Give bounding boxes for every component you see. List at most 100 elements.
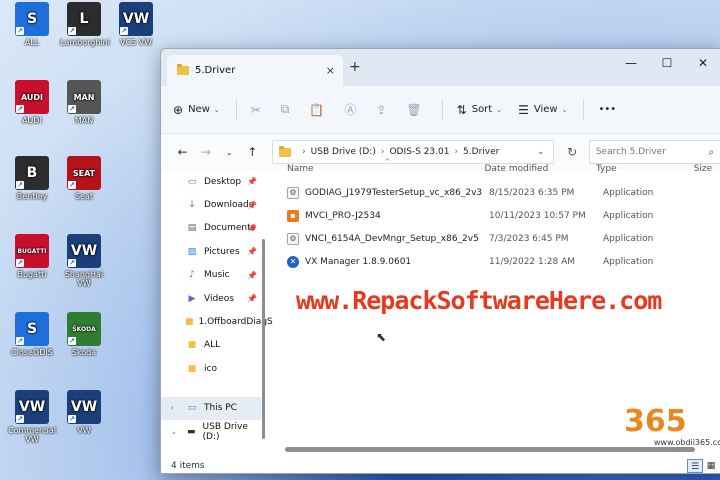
tab-title: 5.Driver	[195, 65, 236, 76]
sidebar-item-downloads[interactable]: ↓ Downloads 📌	[161, 193, 261, 216]
desktop-icon-seat[interactable]: SEAT ↗ Seat	[60, 156, 108, 201]
pin-icon: 📌	[247, 247, 257, 257]
item-count: 4 items	[171, 461, 205, 471]
shortcut-icon: BUGATTI ↗	[15, 234, 49, 268]
sidebar-item-usb-drive[interactable]: ⌄ ▬ USB Drive (D:)	[161, 420, 261, 443]
sidebar-item-this-pc[interactable]: › ▭ This PC	[161, 396, 261, 420]
computer-icon: ▭	[187, 403, 197, 414]
shortcut-arrow-icon: ↗	[16, 415, 24, 423]
tab-5-driver[interactable]: 5.Driver ×	[167, 55, 343, 86]
shortcut-icon: ŠKODA ↗	[67, 312, 101, 346]
sidebar-item-label: Videos	[204, 293, 234, 304]
breadcrumb-odis[interactable]: ODIS-S 23.01	[389, 147, 449, 157]
pin-icon: 📌	[247, 294, 257, 304]
share-icon[interactable]: ⇪	[376, 103, 386, 117]
shortcut-arrow-icon: ↗	[68, 337, 76, 345]
navigation-pane: ▭ Desktop 📌 ↓ Downloads 📌 ▤ Documents 📌 ▨ Pictures…	[161, 170, 273, 460]
vx-icon: ✕	[287, 255, 299, 268]
new-tab-button[interactable]: +	[349, 59, 361, 75]
column-date-modified[interactable]: Date modified	[483, 164, 596, 174]
scrollbar-thumb[interactable]	[262, 239, 265, 439]
chevron-right-icon[interactable]: ›	[171, 404, 174, 412]
sidebar-item-music[interactable]: ♪ Music 📌	[161, 264, 261, 287]
file-type: Application	[603, 187, 654, 198]
view-button[interactable]: ☰ View ⌄	[518, 103, 567, 117]
sidebar-item-all[interactable]: ■ ALL	[161, 334, 261, 357]
desktop-icon-closeodis[interactable]: S ↗ CloseODIS	[8, 312, 56, 357]
column-size[interactable]: Size	[694, 164, 720, 174]
shortcut-arrow-icon: ↗	[16, 259, 24, 267]
desktop-icon-audi[interactable]: AUDI ↗ AUDI	[8, 80, 56, 125]
breadcrumb-5-driver[interactable]: 5.Driver	[463, 147, 499, 157]
table-row[interactable]: ✕ VX Manager 1.8.9.0601 11/9/2022 1:28 AM A…	[277, 250, 720, 273]
divider	[235, 99, 237, 120]
desktop-icon-lamborghini[interactable]: L ↗ Lamborghini	[60, 2, 110, 47]
column-header-row: ^ Name Date modified Type Size	[277, 157, 720, 181]
column-name[interactable]: Name	[277, 164, 483, 174]
table-row[interactable]: ⚙ GODIAG_J1979TesterSetup_vc_x86_2v3 8/15/…	[277, 181, 720, 204]
obdii365-logo: 365 www.obdii365.com	[624, 404, 720, 464]
sidebar-item-videos[interactable]: ▶ Videos 📌	[161, 287, 261, 310]
chevron-right-icon: ›	[302, 147, 306, 157]
delete-icon[interactable]: 🗑	[406, 103, 421, 117]
minimize-button[interactable]: —	[613, 56, 649, 70]
table-row[interactable]: ⚙ VNCI_6154A_DevMngr_Setup_x86_2v5 7/3/202…	[277, 227, 720, 250]
shortcut-arrow-icon: ↗	[68, 27, 76, 35]
forward-arrow-icon[interactable]: →	[194, 145, 217, 159]
new-label: New	[188, 104, 210, 115]
sort-button[interactable]: ⇅ Sort ⌄	[457, 103, 502, 117]
desktop-icon-shanghai-vw[interactable]: VW ↗ ShangHai VW	[60, 234, 108, 288]
new-button[interactable]: ⊕ New ⌄	[173, 103, 220, 117]
desktop-icon-label: Lamborghini	[60, 38, 110, 47]
copy-icon[interactable]: ⧉	[281, 102, 290, 117]
pictures-icon: ▨	[187, 246, 197, 257]
desktop-icon: ▭	[187, 176, 197, 187]
file-date: 8/15/2023 6:35 PM	[489, 187, 575, 198]
column-type[interactable]: Type	[596, 164, 694, 174]
desktop-icon-label: VW	[77, 426, 91, 435]
sidebar-item-pictures[interactable]: ▨ Pictures 📌	[161, 240, 261, 263]
shortcut-icon: VW ↗	[15, 390, 49, 424]
back-arrow-icon[interactable]: ←	[171, 145, 194, 159]
sidebar-item-label: Music	[204, 270, 230, 281]
close-tab-icon[interactable]: ×	[326, 64, 335, 77]
sidebar-item-ico[interactable]: ■ ico	[161, 357, 261, 380]
file-name: MVCI_PRO-J2534	[305, 210, 381, 221]
file-name-cell: ✕ VX Manager 1.8.9.0601	[277, 255, 487, 268]
cut-icon[interactable]: ✂	[251, 103, 261, 117]
divider	[583, 99, 585, 120]
chevron-down-icon[interactable]: ⌄	[537, 147, 545, 157]
desktop-icon-bentley[interactable]: B ↗ Bentley	[8, 156, 56, 201]
sidebar-item-label: This PC	[204, 403, 237, 414]
desktop-icon-all[interactable]: S ↗ ALL	[8, 2, 56, 47]
sidebar-item-1-offboarddiags[interactable]: ■ 1.OffboardDiagS	[161, 310, 273, 333]
desktop-icon-skoda[interactable]: ŠKODA ↗ Skoda	[60, 312, 108, 357]
sidebar-item-desktop[interactable]: ▭ Desktop 📌	[161, 170, 261, 193]
shortcut-icon: S ↗	[15, 2, 49, 36]
shortcut-icon: L ↗	[67, 2, 101, 36]
desktop-icon-man[interactable]: MAN ↗ MAN	[60, 80, 108, 125]
file-type: Application	[603, 256, 654, 267]
sidebar-scrollbar[interactable]	[261, 157, 267, 457]
maximize-button[interactable]: ☐	[649, 56, 685, 70]
search-icon: ⌕	[708, 146, 714, 158]
desktop-icon-bugatti[interactable]: BUGATTI ↗ Bugatti	[8, 234, 56, 279]
recent-chevron-icon[interactable]: ⌄	[218, 148, 241, 157]
rename-icon[interactable]: Ⓐ	[344, 101, 356, 118]
close-window-button[interactable]: ✕	[685, 56, 720, 70]
shortcut-arrow-icon: ↗	[68, 259, 76, 267]
file-type: Application	[603, 233, 654, 244]
desktop-icon-vw[interactable]: VW ↗ VW	[60, 390, 108, 435]
file-date: 11/9/2022 1:28 AM	[489, 256, 576, 267]
desktop-icon-commercial-vw[interactable]: VW ↗ Commercial VW	[8, 390, 56, 444]
more-options-button[interactable]: •••	[598, 104, 616, 115]
table-row[interactable]: ▪ MVCI_PRO-J2534 10/11/2023 10:57 PM Applic…	[277, 204, 720, 227]
paste-icon[interactable]: 📋	[309, 103, 324, 117]
videos-icon: ▶	[188, 293, 196, 304]
sidebar-item-documents[interactable]: ▤ Documents 📌	[161, 217, 261, 240]
breadcrumb-usb-drive[interactable]: USB Drive (D:)	[311, 147, 376, 157]
folder-icon	[177, 64, 189, 75]
desktop-icon-vcs-vw[interactable]: VW ↗ VCS VW	[112, 2, 160, 47]
chevron-down-icon[interactable]: ⌄	[171, 428, 177, 436]
